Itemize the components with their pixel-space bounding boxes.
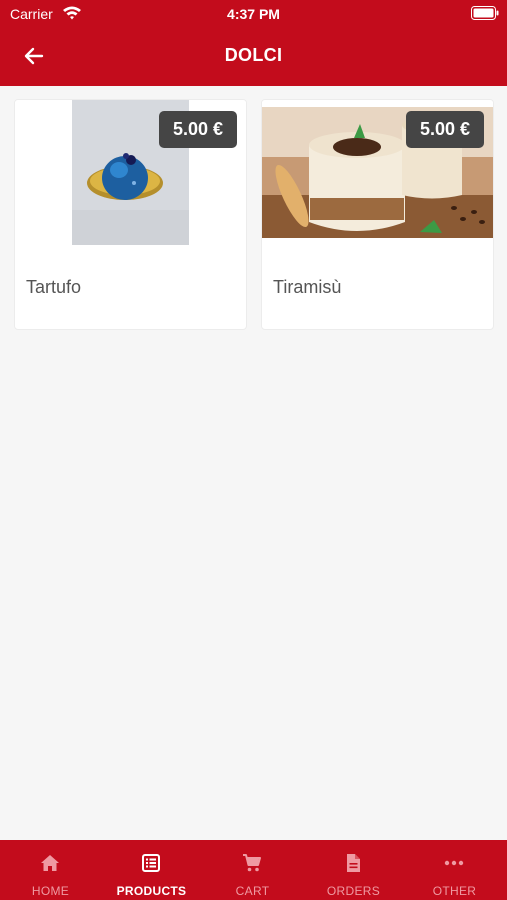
product-card-tartufo[interactable]: 5.00 € Tartufo <box>14 99 247 330</box>
tab-label: HOME <box>31 884 70 898</box>
tab-products[interactable]: PRODUCTS <box>101 840 202 900</box>
bottom-tab-bar: HOME PRODUCTS CART ORDERS OTHER <box>0 840 507 900</box>
tab-orders[interactable]: ORDERS <box>303 840 404 900</box>
app-header: Carrier 4:37 PM DOLCI <box>0 0 507 86</box>
list-icon <box>142 854 160 872</box>
status-time: 4:37 PM <box>227 6 280 22</box>
tab-cart[interactable]: CART <box>202 840 303 900</box>
cart-icon <box>243 854 261 872</box>
more-icon <box>444 860 464 866</box>
page-title: DOLCI <box>224 45 283 65</box>
tab-label: CART <box>235 884 270 898</box>
tab-label: ORDERS <box>326 884 381 898</box>
price-badge: 5.00 € <box>159 111 237 148</box>
home-icon <box>41 855 59 871</box>
status-bar: Carrier 4:37 PM <box>0 0 507 28</box>
product-card-tiramisu[interactable]: 5.00 € Tiramisù <box>261 99 494 330</box>
product-name: Tartufo <box>26 277 82 297</box>
product-name: Tiramisù <box>273 277 342 297</box>
tab-label: PRODUCTS <box>116 884 187 898</box>
tab-label: OTHER <box>432 884 477 898</box>
price-badge: 5.00 € <box>406 111 484 148</box>
tab-other[interactable]: OTHER <box>404 840 505 900</box>
tab-home[interactable]: HOME <box>0 840 101 900</box>
battery-icon <box>471 6 499 20</box>
document-icon <box>347 854 360 872</box>
